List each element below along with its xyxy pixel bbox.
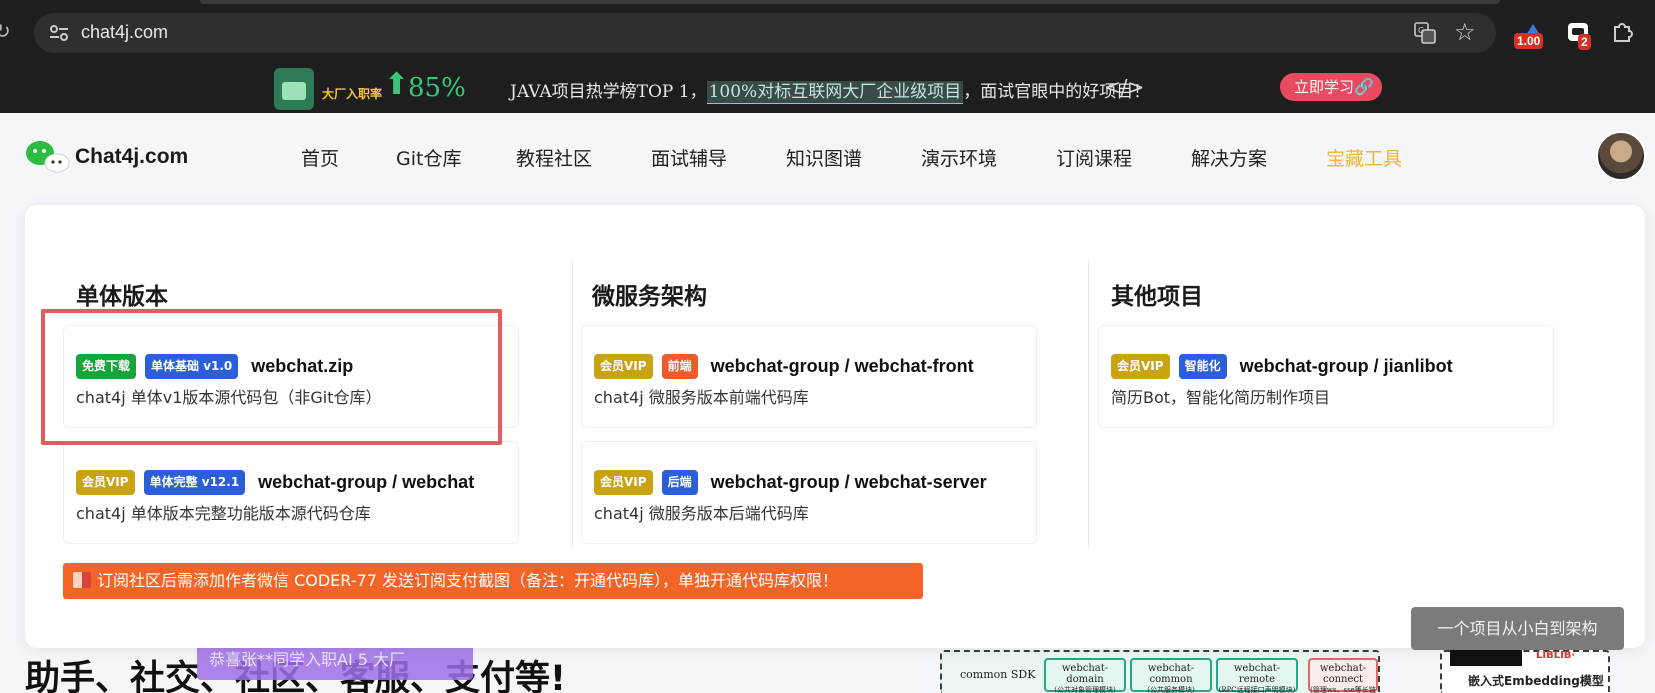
card-desc: chat4j 微服务版本前端代码库 <box>594 388 809 407</box>
nav-subscribe[interactable]: 订阅课程 <box>1056 144 1132 171</box>
link-icon: 🔗 <box>1354 77 1374 96</box>
nav-tutorial[interactable]: 教程社区 <box>516 144 592 171</box>
brand-name[interactable]: Chat4j.com <box>75 145 188 169</box>
nav-solutions[interactable]: 解决方案 <box>1191 144 1267 171</box>
nav-demo[interactable]: 演示环境 <box>921 144 997 171</box>
module-name: webchat-domain <box>1061 663 1109 685</box>
nav-interview[interactable]: 面试辅导 <box>651 144 727 171</box>
url-text[interactable]: chat4j.com <box>81 22 168 43</box>
card-head: 会员VIP 单体完整 v12.1 webchat-group / webchat <box>76 470 474 495</box>
bookmark-star-icon[interactable]: ☆ <box>1454 18 1476 46</box>
promo-text: JAVA项目热学榜TOP 1， 100%对标互联网大厂企业级项目 ，面试官眼中的好项… <box>510 77 1150 104</box>
code-icon: </> <box>1104 75 1145 99</box>
learn-now-button[interactable]: 立即学习 🔗 <box>1280 73 1382 101</box>
diagram-module: webchat-connect(管理ws、sse等长链接服务) <box>1308 658 1378 693</box>
tag-vip: 会员VIP <box>1111 354 1170 379</box>
metric-extension-icon[interactable]: 1.00 <box>1514 20 1546 50</box>
tag-vip: 会员VIP <box>594 470 653 495</box>
learn-now-label: 立即学习 <box>1294 78 1355 96</box>
tag-frontend: 前端 <box>661 354 698 379</box>
reload-icon[interactable]: ↻ <box>0 20 16 42</box>
promo-text-before: JAVA项目热学榜TOP 1， <box>510 82 707 102</box>
promo-rate: 85% <box>408 73 466 103</box>
card-title[interactable]: webchat-group / webchat <box>258 472 474 493</box>
notice-icon <box>73 572 91 588</box>
tag-vip: 会员VIP <box>594 354 653 379</box>
card-title[interactable]: webchat-group / webchat-server <box>711 472 987 493</box>
puzzle-extensions-icon[interactable] <box>1610 20 1634 48</box>
subscription-notice: 订阅社区后需添加作者微信 CODER-77 发送订阅支付截图（备注：开通代码库）… <box>63 563 923 599</box>
promo-banner[interactable]: 大厂入职率 ⬆ 85% JAVA项目热学榜TOP 1， 100%对标互联网大厂企业… <box>0 63 1655 113</box>
diagram-module: webchat-common (公共服务模块) <box>1130 658 1212 693</box>
module-name: webchat-connect <box>1319 663 1367 685</box>
tag-vip: 会员VIP <box>76 470 135 495</box>
promo-text-highlight: 100%对标互联网大厂企业级项目 <box>706 81 964 104</box>
repo-card-webchat[interactable]: 会员VIP 单体完整 v12.1 webchat-group / webchat… <box>63 441 519 544</box>
browser-toolbar: ↻ chat4j.com G ☆ 1.00 2 <box>0 0 1655 63</box>
card-desc: chat4j 单体版本完整功能版本源代码仓库 <box>76 504 371 523</box>
module-sub: (公共服务模块) <box>1147 686 1195 693</box>
nav-tools[interactable]: 宝藏工具 <box>1326 144 1402 171</box>
nav-git[interactable]: Git仓库 <box>396 144 461 171</box>
site-nav: Chat4j.com 首页 Git仓库 教程社区 面试辅导 知识图谱 演示环境 … <box>0 113 1655 195</box>
card-head: 会员VIP 智能化 webchat-group / jianlibot <box>1111 354 1453 379</box>
embedding-logo <box>1450 650 1522 666</box>
extension-badge: 1.00 <box>1514 33 1544 49</box>
module-name: webchat-remote <box>1233 663 1281 685</box>
promo-logo <box>274 68 314 110</box>
column-title-monolith: 单体版本 <box>76 284 168 310</box>
extension-badge: 2 <box>1578 34 1591 50</box>
card-desc: 简历Bot，智能化简历制作项目 <box>1111 388 1331 407</box>
module-sub: (公共对象管理模块) <box>1054 686 1116 693</box>
svg-text:G: G <box>1418 26 1424 35</box>
bot-extension-icon[interactable]: 2 <box>1566 20 1591 50</box>
card-head: 会员VIP 后端 webchat-group / webchat-server <box>594 470 987 495</box>
address-bar[interactable]: chat4j.com G ☆ <box>34 13 1496 53</box>
nav-home[interactable]: 首页 <box>301 144 339 171</box>
repo-card-jianlibot[interactable]: 会员VIP 智能化 webchat-group / jianlibot 简历Bo… <box>1098 325 1554 428</box>
module-name: webchat-common <box>1147 663 1195 685</box>
repo-card-webchat-front[interactable]: 会员VIP 前端 webchat-group / webchat-front c… <box>581 325 1037 428</box>
promo-rate-label: 大厂入职率 <box>322 87 383 101</box>
arrow-up-icon: ⬆ <box>384 67 410 102</box>
diagram-label: common SDK <box>960 668 1036 681</box>
column-title-microservice: 微服务架构 <box>592 284 707 310</box>
module-sub: (RPC远程接口声明模块) <box>1218 686 1296 693</box>
notice-text: 订阅社区后需添加作者微信 CODER-77 发送订阅支付截图（备注：开通代码库）… <box>97 571 838 590</box>
tag-version: 单体完整 v12.1 <box>143 470 246 495</box>
column-divider <box>1088 260 1089 548</box>
tab-strip-edge <box>200 0 1500 4</box>
highlight-box <box>41 309 502 445</box>
card-desc: chat4j 微服务版本后端代码库 <box>594 504 809 523</box>
repo-card-webchat-server[interactable]: 会员VIP 后端 webchat-group / webchat-server … <box>581 441 1037 544</box>
diagram-module: webchat-remote (RPC远程接口声明模块) <box>1216 658 1298 693</box>
tag-intelligent: 智能化 <box>1178 354 1227 379</box>
embedding-label: 嵌入式Embedding模型 <box>1468 674 1604 688</box>
translate-icon[interactable]: G <box>1414 22 1436 44</box>
avatar[interactable] <box>1596 131 1646 181</box>
module-sub: (管理ws、sse等长链接服务) <box>1310 686 1376 693</box>
card-title[interactable]: webchat-group / jianlibot <box>1240 356 1453 377</box>
card-title[interactable]: webchat-group / webchat-front <box>711 356 974 377</box>
chat-bubbles-logo-icon[interactable] <box>25 139 71 173</box>
nav-knowledge[interactable]: 知识图谱 <box>786 144 862 171</box>
embedding-tag: LIBLIB· <box>1536 650 1576 661</box>
diagram-module: webchat-domain (公共对象管理模块) <box>1044 658 1126 693</box>
site-settings-icon[interactable] <box>48 23 70 43</box>
card-head: 会员VIP 前端 webchat-group / webchat-front <box>594 354 974 379</box>
hover-tooltip: 一个项目从小白到架构 <box>1411 607 1624 650</box>
column-title-other: 其他项目 <box>1111 284 1203 310</box>
column-divider <box>572 260 573 548</box>
tag-backend: 后端 <box>661 470 698 495</box>
